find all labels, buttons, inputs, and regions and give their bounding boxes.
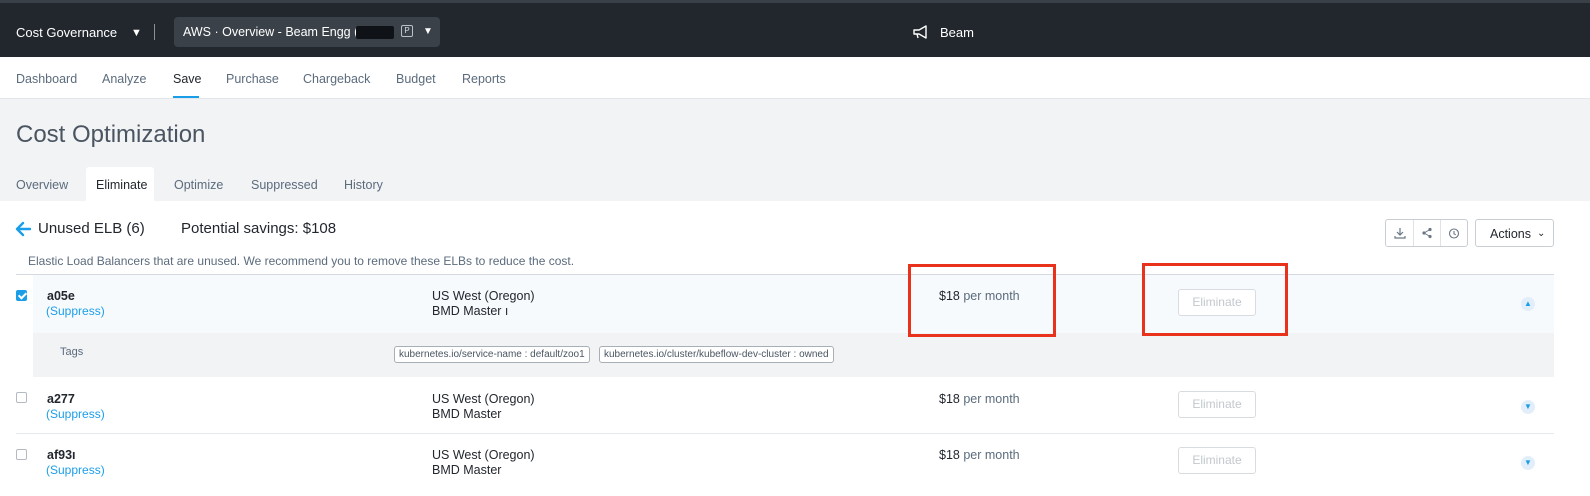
schedule-button[interactable]: [1440, 220, 1467, 246]
suppress-link[interactable]: (Suppress): [46, 407, 105, 421]
actions-label: Actions: [1490, 227, 1531, 241]
row-divider: [16, 433, 1554, 434]
resource-account: BMD Master: [432, 463, 502, 477]
redacted-text: [356, 26, 394, 39]
section-title: Unused ELB (6): [38, 220, 145, 237]
toolbar-icon-group: [1385, 219, 1468, 247]
tab-suppressed[interactable]: Suppressed: [251, 178, 318, 192]
main-nav: Dashboard Analyze Save Purchase Chargeba…: [0, 57, 1590, 99]
nav-save[interactable]: Save: [173, 72, 202, 86]
nav-purchase[interactable]: Purchase: [226, 72, 279, 86]
cost-unit: per month: [963, 448, 1020, 462]
suppress-link[interactable]: (Suppress): [46, 304, 105, 318]
tab-eliminate[interactable]: Eliminate: [96, 178, 147, 192]
account-badge: P: [401, 25, 413, 37]
resource-account: BMD Master ı: [432, 304, 509, 318]
row-checkbox[interactable]: [16, 392, 27, 403]
resource-account: BMD Master: [432, 407, 502, 421]
section-description: Elastic Load Balancers that are unused. …: [28, 254, 575, 268]
share-icon: [1422, 227, 1432, 239]
expand-row-button[interactable]: ▼: [1521, 456, 1535, 470]
collapse-row-button[interactable]: ▲: [1521, 297, 1535, 311]
download-button[interactable]: [1386, 220, 1413, 246]
page-title: Cost Optimization: [16, 121, 206, 148]
nav-analyze[interactable]: Analyze: [102, 72, 146, 86]
expand-row-button[interactable]: ▼: [1521, 400, 1535, 414]
app-switcher-label[interactable]: Cost Governance: [16, 25, 117, 40]
cost-value: $18: [939, 448, 960, 462]
eliminate-button[interactable]: Eliminate: [1178, 391, 1256, 418]
tab-overview[interactable]: Overview: [16, 178, 68, 192]
megaphone-icon: [913, 25, 927, 39]
potential-savings: Potential savings: $108: [181, 220, 337, 237]
nav-budget[interactable]: Budget: [396, 72, 436, 86]
clock-icon: [1448, 228, 1460, 239]
download-icon: [1393, 228, 1406, 239]
resource-region: US West (Oregon): [432, 289, 535, 303]
share-button[interactable]: [1413, 220, 1440, 246]
divider: [154, 24, 155, 40]
chevron-down-icon: ▼: [1524, 402, 1532, 411]
resource-name: af93ı: [47, 448, 76, 462]
chevron-down-icon: ▼: [423, 26, 433, 37]
resource-cost: $18 per month: [939, 448, 1020, 462]
tab-history[interactable]: History: [344, 178, 383, 192]
chevron-down-icon: ▼: [1524, 458, 1532, 467]
chevron-up-icon: ▲: [1524, 299, 1532, 308]
actions-dropdown[interactable]: Actions ⌄: [1475, 219, 1554, 247]
top-bar: Cost Governance ▼ AWS · Overview - Beam …: [0, 0, 1590, 57]
resource-name: a05e: [47, 289, 75, 303]
tag-chip: kubernetes.io/service-name : default/zoo…: [394, 346, 590, 363]
nav-dashboard[interactable]: Dashboard: [16, 72, 77, 86]
nav-chargeback[interactable]: Chargeback: [303, 72, 370, 86]
tab-optimize[interactable]: Optimize: [174, 178, 223, 192]
chevron-down-icon[interactable]: ▼: [131, 27, 142, 39]
tag-chip: kubernetes.io/cluster/kubeflow-dev-clust…: [599, 346, 834, 363]
highlight-box-cost: [908, 264, 1056, 337]
suppress-link[interactable]: (Suppress): [46, 463, 105, 477]
resource-region: US West (Oregon): [432, 448, 535, 462]
product-name: Beam: [940, 25, 974, 40]
resource-cost: $18 per month: [939, 392, 1020, 406]
row-checkbox[interactable]: [16, 449, 27, 460]
account-selector[interactable]: AWS · Overview - Beam Engg ( P ▼: [174, 17, 440, 47]
table-row-highlight: [33, 275, 1554, 333]
cost-value: $18: [939, 392, 960, 406]
resource-name: a277: [47, 392, 75, 406]
highlight-box-eliminate: [1142, 263, 1288, 336]
chevron-down-icon: ⌄: [1537, 228, 1546, 239]
resource-region: US West (Oregon): [432, 392, 535, 406]
back-arrow-icon[interactable]: [15, 221, 31, 237]
active-nav-indicator: [173, 96, 199, 98]
eliminate-button[interactable]: Eliminate: [1178, 447, 1256, 474]
tags-label: Tags: [60, 346, 84, 358]
account-selector-label: AWS · Overview - Beam Engg (: [183, 25, 359, 39]
nav-reports[interactable]: Reports: [462, 72, 506, 86]
row-checkbox[interactable]: [16, 290, 27, 301]
cost-unit: per month: [963, 392, 1020, 406]
